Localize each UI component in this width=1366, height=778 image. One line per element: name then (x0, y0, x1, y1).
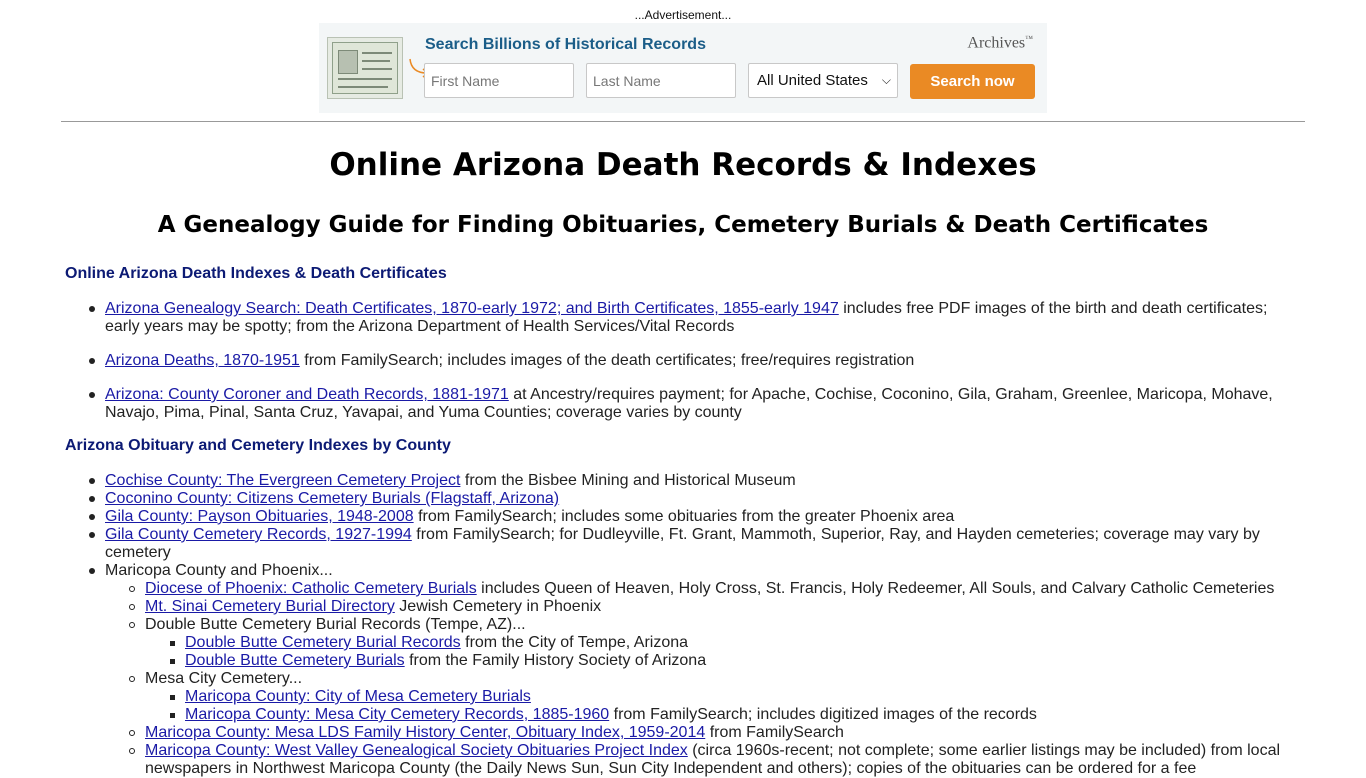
item-link[interactable]: Maricopa County: Mesa City Cemetery Reco… (185, 706, 609, 723)
item-link[interactable]: Diocese of Phoenix: Catholic Cemetery Bu… (145, 580, 477, 597)
list-item: Maricopa County: Mesa City Cemetery Reco… (170, 706, 1285, 724)
bullet (129, 730, 135, 736)
item-link[interactable]: Maricopa County: City of Mesa Cemetery B… (185, 688, 531, 705)
list-item: Maricopa County: West Valley Genealogica… (129, 742, 1290, 778)
advertisement-label: ...Advertisement... (634, 8, 732, 22)
ad-banner[interactable]: Search Billions of Historical Records Ar… (319, 23, 1047, 113)
list-item: Coconino County: Citizens Cemetery Buria… (89, 490, 1285, 508)
header-divider (61, 121, 1305, 122)
item-description: from FamilySearch (705, 724, 844, 741)
item-link[interactable]: Maricopa County: Mesa LDS Family History… (145, 724, 705, 741)
bullet (89, 514, 95, 520)
group-label: Maricopa County and Phoenix... (105, 562, 333, 579)
ad-headline: Search Billions of Historical Records (425, 36, 706, 53)
archives-logo[interactable]: Archives™ (967, 34, 1033, 52)
obituary-indexes-list: Cochise County: The Evergreen Cemetery P… (0, 472, 1290, 778)
item-description: from FamilySearch; includes images of th… (299, 352, 915, 369)
list-item: Arizona Deaths, 1870-1951 from FamilySea… (89, 352, 1285, 370)
item-description: Jewish Cemetery in Phoenix (394, 598, 602, 615)
region-select[interactable]: All United States ⌵ (748, 63, 898, 98)
page-title: Online Arizona Death Records & Indexes (329, 147, 1037, 183)
bullet (89, 392, 95, 398)
trademark-mark: ™ (1025, 34, 1033, 43)
list-item: Arizona: County Coroner and Death Record… (89, 386, 1285, 422)
item-link[interactable]: Arizona Deaths, 1870-1951 (105, 352, 300, 369)
item-link[interactable]: Gila County Cemetery Records, 1927-1994 (105, 526, 412, 543)
item-link[interactable]: Coconino County: Citizens Cemetery Buria… (105, 490, 559, 507)
list-item: Mt. Sinai Cemetery Burial Directory Jewi… (129, 598, 1290, 616)
chevron-down-icon: ⌵ (881, 73, 891, 87)
list-item: Gila County Cemetery Records, 1927-1994 … (89, 526, 1285, 562)
item-description: from the Family History Society of Arizo… (404, 652, 707, 669)
list-item-group: Double Butte Cemetery Burial Records (Te… (129, 616, 1290, 634)
list-item: Double Butte Cemetery Burial Records fro… (170, 634, 1285, 652)
section-heading-obituary-indexes: Arizona Obituary and Cemetery Indexes by… (65, 437, 451, 454)
bullet (89, 532, 95, 538)
list-item: Double Butte Cemetery Burials from the F… (170, 652, 1285, 670)
section-heading-death-indexes: Online Arizona Death Indexes & Death Cer… (65, 265, 447, 282)
page-subtitle: A Genealogy Guide for Finding Obituaries… (157, 212, 1209, 238)
certificate-thumbnail (327, 37, 403, 99)
bullet (89, 306, 95, 312)
death-indexes-list: Arizona Genealogy Search: Death Certific… (0, 300, 1285, 438)
item-link[interactable]: Double Butte Cemetery Burial Records (185, 634, 461, 651)
bullet (129, 748, 135, 754)
bullet (89, 358, 95, 364)
first-name-input[interactable] (424, 63, 574, 98)
item-link[interactable]: Arizona Genealogy Search: Death Certific… (105, 300, 839, 317)
archives-logo-text: Archives (967, 34, 1026, 52)
bullet (89, 478, 95, 484)
item-description: from FamilySearch; includes some obituar… (413, 508, 955, 525)
list-item-group: Maricopa County and Phoenix... (89, 562, 1285, 580)
item-link[interactable]: Maricopa County: West Valley Genealogica… (145, 742, 688, 759)
list-item-group: Mesa City Cemetery... (129, 670, 1290, 688)
bullet (89, 496, 95, 502)
bullet (129, 586, 135, 592)
region-select-value: All United States (757, 72, 868, 89)
item-link[interactable]: Double Butte Cemetery Burials (185, 652, 405, 669)
bullet (170, 713, 175, 718)
list-item: Arizona Genealogy Search: Death Certific… (89, 300, 1285, 336)
item-description: from FamilySearch; includes digitized im… (609, 706, 1037, 723)
item-link[interactable]: Arizona: County Coroner and Death Record… (105, 386, 509, 403)
search-now-button[interactable]: Search now (910, 64, 1035, 99)
bullet (129, 622, 135, 628)
bullet (129, 676, 135, 682)
list-item: Cochise County: The Evergreen Cemetery P… (89, 472, 1285, 490)
list-item: Diocese of Phoenix: Catholic Cemetery Bu… (129, 580, 1290, 598)
item-link[interactable]: Cochise County: The Evergreen Cemetery P… (105, 472, 460, 489)
bullet (170, 641, 175, 646)
item-description: includes Queen of Heaven, Holy Cross, St… (476, 580, 1275, 597)
list-item: Maricopa County: Mesa LDS Family History… (129, 724, 1290, 742)
item-description: from the City of Tempe, Arizona (460, 634, 689, 651)
last-name-input[interactable] (586, 63, 736, 98)
item-link[interactable]: Mt. Sinai Cemetery Burial Directory (145, 598, 395, 615)
bullet (89, 568, 95, 574)
bullet (170, 659, 175, 664)
group-label: Mesa City Cemetery... (145, 670, 303, 687)
bullet (170, 695, 175, 700)
group-label: Double Butte Cemetery Burial Records (Te… (145, 616, 526, 633)
item-description: from the Bisbee Mining and Historical Mu… (460, 472, 796, 489)
item-link[interactable]: Gila County: Payson Obituaries, 1948-200… (105, 508, 414, 525)
list-item: Gila County: Payson Obituaries, 1948-200… (89, 508, 1285, 526)
list-item: Maricopa County: City of Mesa Cemetery B… (170, 688, 1285, 706)
bullet (129, 604, 135, 610)
